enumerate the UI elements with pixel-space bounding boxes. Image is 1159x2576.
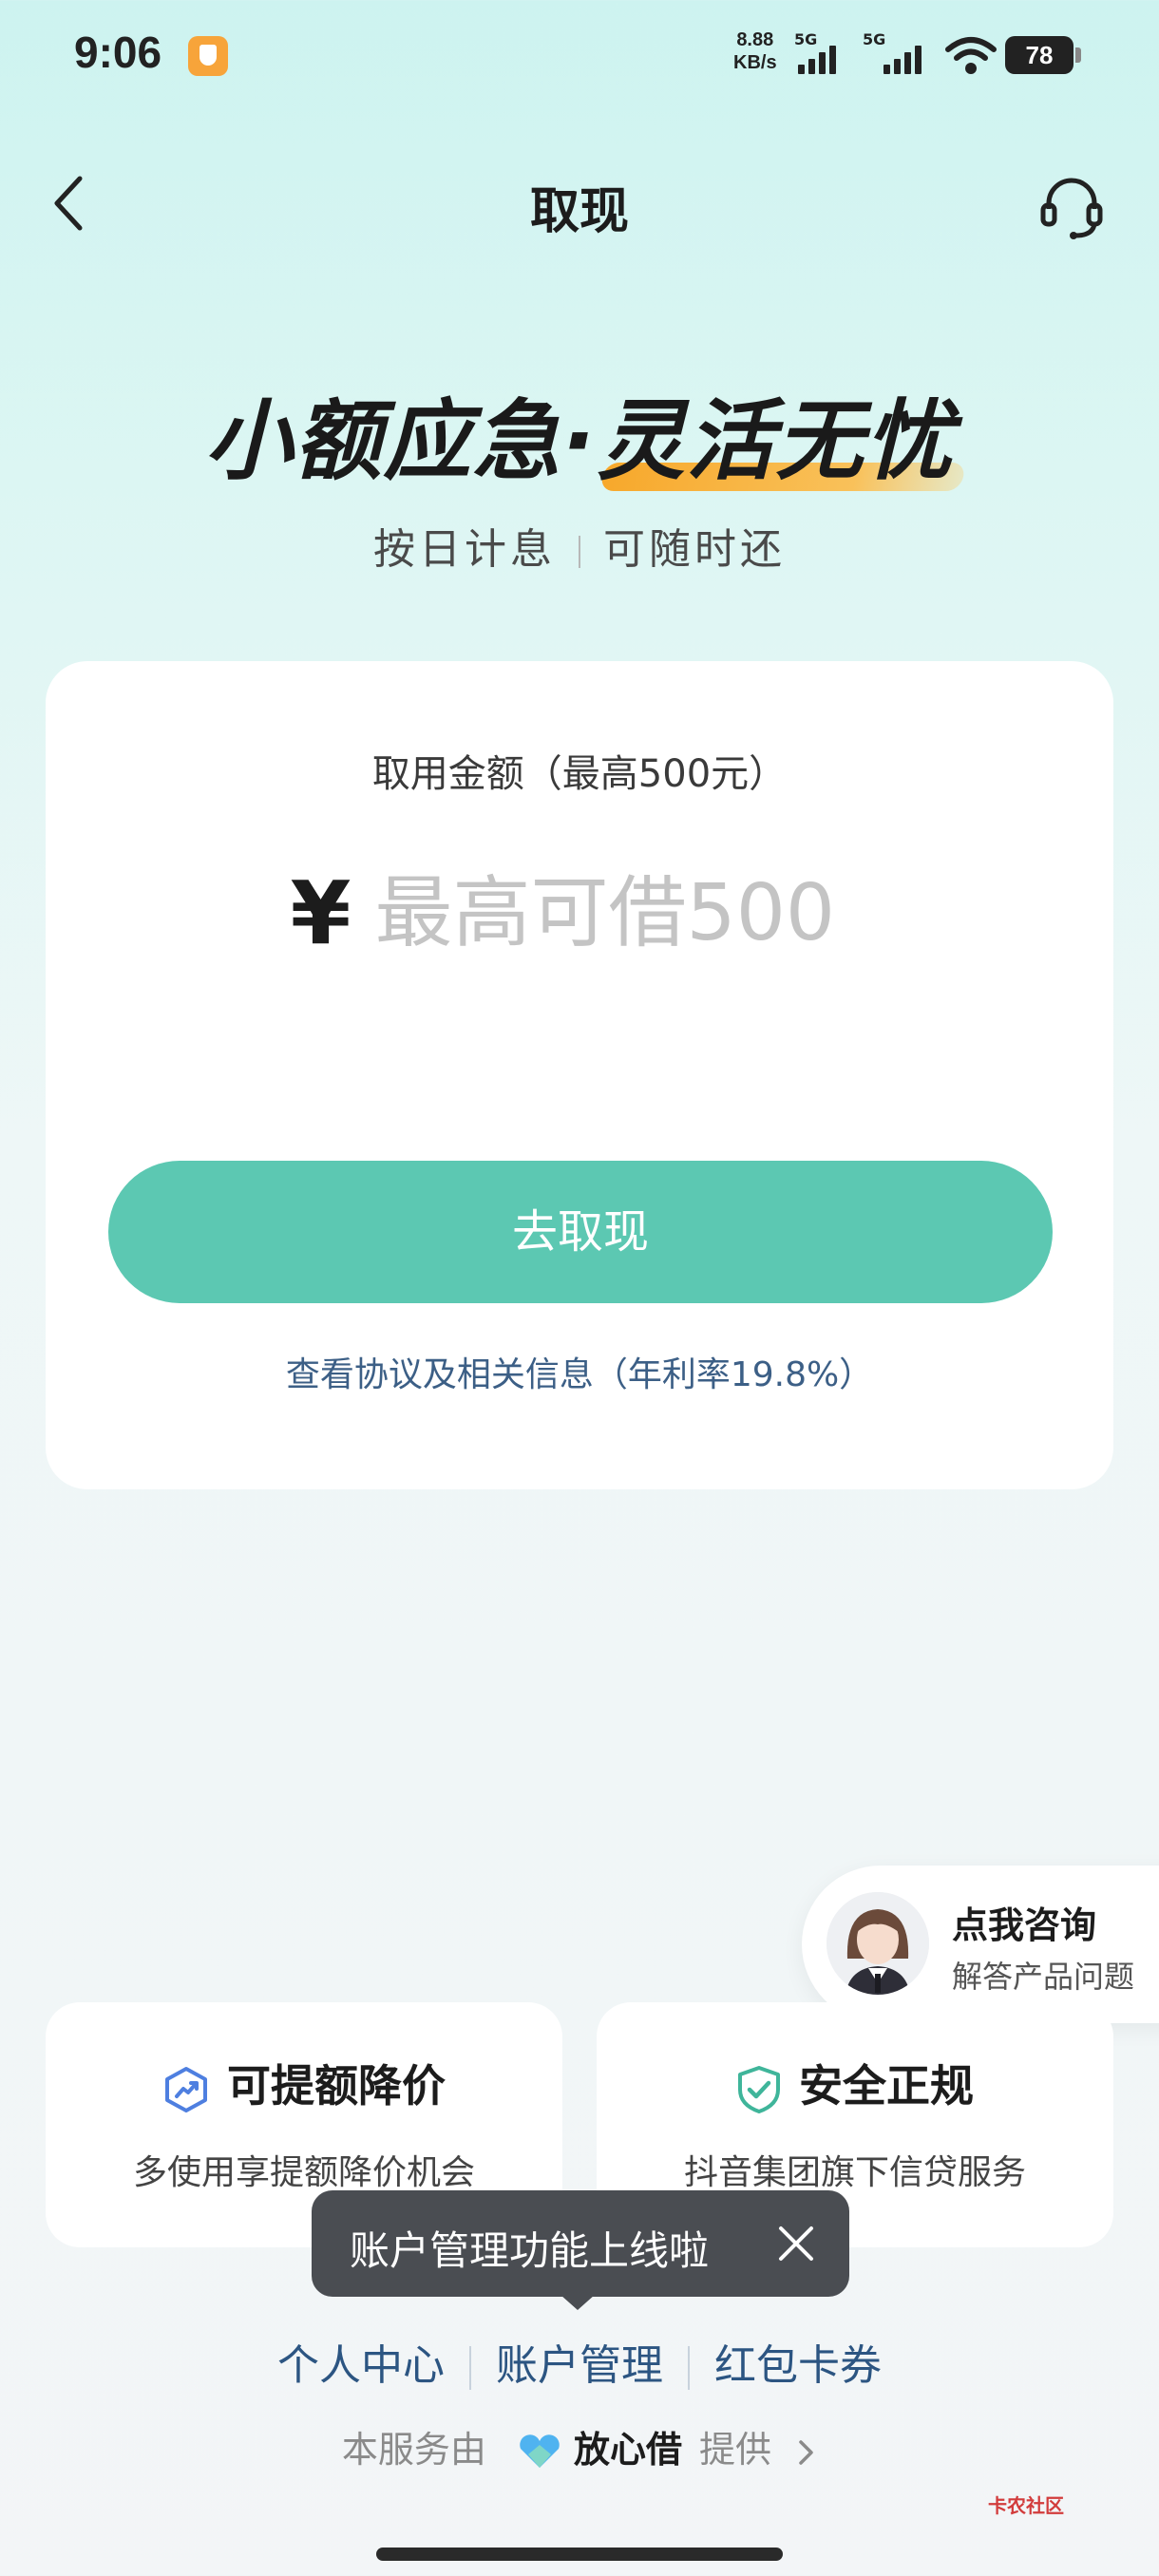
slogan-highlight: 灵活无忧 [597,370,954,497]
subtitle-right: 可随时还 [603,525,786,574]
toast-pointer [560,2295,595,2310]
provider-brand: 放心借 [573,2429,682,2471]
feature-desc: 多使用享提额降价机会 [132,2153,475,2192]
feature-desc: 抖音集团旗下信贷服务 [683,2153,1026,2192]
amount-row: ¥ [46,862,1113,964]
feature-title-text: 安全正规 [799,2060,974,2112]
agent-avatar-icon [826,1892,929,1995]
page-title: 取现 [529,183,629,240]
link-account-management[interactable]: 账户管理 [471,2331,688,2392]
consult-title: 点我咨询 [952,1904,1097,1946]
home-indicator[interactable] [376,2548,783,2561]
withdraw-card: 取用金额（最高500元） ¥ 去取现 查看协议及相关信息（年利率19.8%） [46,661,1113,1489]
network-speed-value: 8.88 [736,29,774,50]
toast-popup: 账户管理功能上线啦 [312,2190,849,2297]
provider-suffix: 提供 [699,2429,772,2471]
link-personal-center[interactable]: 个人中心 [253,2331,469,2392]
withdraw-button[interactable]: 去取现 [108,1161,1053,1303]
wifi-icon [945,37,997,74]
agent-avatar [826,1892,929,1995]
feature-title: 可提额降价 [46,2052,562,2114]
close-icon[interactable] [773,2221,819,2266]
customer-service-headset-icon[interactable] [1036,171,1108,243]
battery-indicator: 78 [1005,36,1081,74]
footer-links: 个人中心 账户管理 红包卡券 [0,2331,1159,2392]
currency-symbol: ¥ [290,862,352,964]
chevron-right-icon [799,2439,813,2465]
signal-2-label: 5G [863,30,886,48]
brand-logo-icon [520,2434,560,2468]
banner-subtitle: 按日计息 可随时还 [0,515,1159,576]
agreement-link[interactable]: 查看协议及相关信息（年利率19.8%） [46,1347,1113,1396]
amount-input[interactable] [374,868,869,958]
link-coupons[interactable]: 红包卡券 [690,2331,906,2392]
amount-label: 取用金额（最高500元） [371,752,788,796]
network-speed: 8.88 KB/s [733,28,777,74]
network-speed-unit: KB/s [733,52,777,73]
signal-2-icon [884,46,922,74]
toast-text: 账户管理功能上线啦 [350,2227,710,2274]
signal-1-icon [798,46,836,74]
watermark: 卡农社区 [988,2494,1064,2517]
consult-subtitle: 解答产品问题 [952,1959,1135,1995]
trend-up-icon [165,2066,207,2112]
status-time: 9:06 [74,28,162,77]
provider-line[interactable]: 本服务由 放心借 提供 [0,2420,1159,2472]
app-notification-icon [188,36,228,76]
feature-title: 安全正规 [597,2052,1113,2114]
slogan-part1: 小额应急· [204,390,598,492]
provider-prefix: 本服务由 [341,2429,486,2471]
shield-check-icon [738,2065,780,2113]
subtitle-left: 按日计息 [373,525,556,574]
subtitle-divider [579,536,580,568]
banner-slogan: 小额应急·灵活无忧 [0,370,1159,497]
feature-title-text: 可提额降价 [227,2060,446,2112]
consult-bubble[interactable]: 点我咨询 解答产品问题 [802,1866,1159,2023]
